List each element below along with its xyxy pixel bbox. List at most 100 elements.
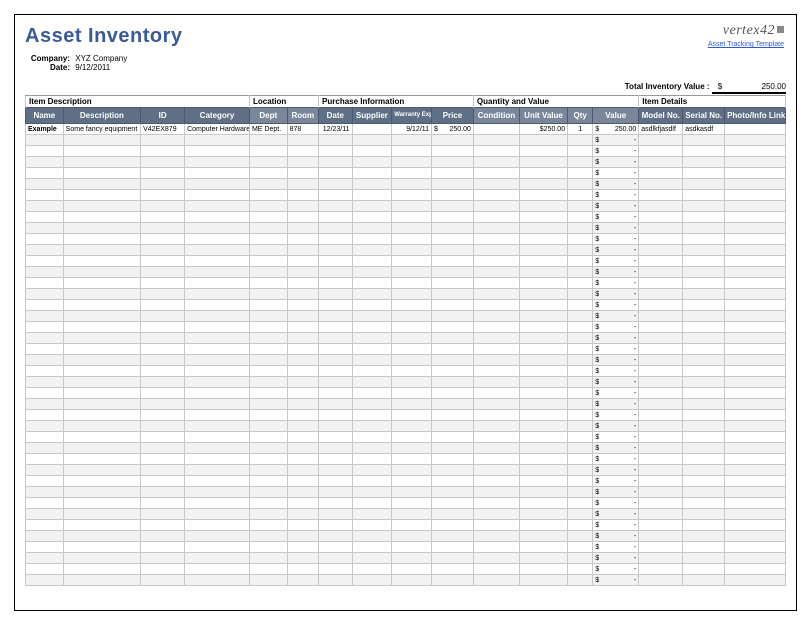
cell[interactable] bbox=[141, 553, 185, 564]
cell[interactable] bbox=[683, 520, 725, 531]
cell[interactable] bbox=[519, 179, 567, 190]
cell[interactable] bbox=[568, 542, 593, 553]
cell[interactable] bbox=[639, 399, 683, 410]
cell[interactable] bbox=[473, 201, 519, 212]
cell[interactable] bbox=[26, 234, 64, 245]
cell[interactable] bbox=[639, 575, 683, 586]
cell[interactable] bbox=[392, 223, 432, 234]
cell[interactable]: $250.00 bbox=[519, 124, 567, 135]
cell[interactable] bbox=[519, 201, 567, 212]
cell[interactable] bbox=[141, 465, 185, 476]
value-cell[interactable]: $250.00 bbox=[593, 124, 639, 135]
cell[interactable] bbox=[568, 531, 593, 542]
cell[interactable] bbox=[639, 454, 683, 465]
value-cell[interactable]: $- bbox=[593, 289, 639, 300]
cell[interactable] bbox=[683, 498, 725, 509]
cell[interactable] bbox=[287, 355, 318, 366]
cell[interactable] bbox=[319, 465, 352, 476]
cell[interactable] bbox=[63, 135, 140, 146]
cell[interactable] bbox=[432, 443, 474, 454]
cell[interactable] bbox=[519, 322, 567, 333]
cell[interactable] bbox=[392, 278, 432, 289]
cell[interactable] bbox=[26, 520, 64, 531]
cell[interactable] bbox=[352, 322, 392, 333]
cell[interactable] bbox=[519, 333, 567, 344]
cell[interactable] bbox=[141, 443, 185, 454]
cell[interactable] bbox=[141, 542, 185, 553]
value-cell[interactable]: $- bbox=[593, 322, 639, 333]
cell[interactable] bbox=[519, 443, 567, 454]
cell[interactable] bbox=[63, 234, 140, 245]
cell[interactable] bbox=[392, 333, 432, 344]
cell[interactable] bbox=[141, 223, 185, 234]
cell[interactable] bbox=[141, 575, 185, 586]
cell[interactable] bbox=[249, 399, 287, 410]
cell[interactable] bbox=[185, 322, 250, 333]
cell[interactable] bbox=[392, 168, 432, 179]
cell[interactable] bbox=[249, 179, 287, 190]
cell[interactable] bbox=[63, 278, 140, 289]
cell[interactable] bbox=[26, 278, 64, 289]
cell[interactable] bbox=[683, 487, 725, 498]
cell[interactable] bbox=[639, 300, 683, 311]
cell[interactable] bbox=[352, 135, 392, 146]
cell[interactable] bbox=[141, 135, 185, 146]
cell[interactable] bbox=[26, 498, 64, 509]
cell[interactable] bbox=[352, 223, 392, 234]
cell[interactable] bbox=[26, 531, 64, 542]
cell[interactable] bbox=[392, 289, 432, 300]
cell[interactable] bbox=[568, 564, 593, 575]
cell[interactable] bbox=[519, 498, 567, 509]
cell[interactable] bbox=[639, 344, 683, 355]
cell[interactable] bbox=[63, 212, 140, 223]
cell[interactable] bbox=[185, 179, 250, 190]
cell[interactable] bbox=[725, 575, 786, 586]
cell[interactable] bbox=[319, 531, 352, 542]
cell[interactable] bbox=[319, 223, 352, 234]
cell[interactable] bbox=[141, 564, 185, 575]
cell[interactable] bbox=[352, 124, 392, 135]
cell[interactable] bbox=[63, 322, 140, 333]
cell[interactable] bbox=[287, 245, 318, 256]
cell[interactable] bbox=[568, 256, 593, 267]
cell[interactable]: Computer Hardware bbox=[185, 124, 250, 135]
cell[interactable] bbox=[185, 498, 250, 509]
cell[interactable] bbox=[319, 212, 352, 223]
cell[interactable] bbox=[392, 245, 432, 256]
cell[interactable] bbox=[319, 366, 352, 377]
cell[interactable] bbox=[683, 234, 725, 245]
cell[interactable] bbox=[141, 520, 185, 531]
cell[interactable] bbox=[432, 135, 474, 146]
cell[interactable] bbox=[392, 454, 432, 465]
cell[interactable] bbox=[26, 168, 64, 179]
cell[interactable] bbox=[432, 223, 474, 234]
cell[interactable] bbox=[141, 245, 185, 256]
cell[interactable] bbox=[683, 190, 725, 201]
value-cell[interactable]: $- bbox=[593, 168, 639, 179]
cell[interactable]: asdkasdf bbox=[683, 124, 725, 135]
cell[interactable] bbox=[26, 344, 64, 355]
value-cell[interactable]: $- bbox=[593, 179, 639, 190]
cell[interactable] bbox=[287, 300, 318, 311]
cell[interactable] bbox=[473, 564, 519, 575]
cell[interactable] bbox=[26, 366, 64, 377]
cell[interactable] bbox=[63, 355, 140, 366]
cell[interactable] bbox=[568, 520, 593, 531]
cell[interactable] bbox=[26, 454, 64, 465]
col-unit-value[interactable]: Unit Value bbox=[519, 108, 567, 124]
cell[interactable] bbox=[568, 168, 593, 179]
cell[interactable] bbox=[141, 410, 185, 421]
cell[interactable] bbox=[287, 399, 318, 410]
cell[interactable] bbox=[725, 399, 786, 410]
cell[interactable] bbox=[725, 509, 786, 520]
cell[interactable] bbox=[352, 399, 392, 410]
cell[interactable] bbox=[473, 289, 519, 300]
cell[interactable] bbox=[568, 476, 593, 487]
cell[interactable] bbox=[725, 135, 786, 146]
cell[interactable] bbox=[519, 399, 567, 410]
cell[interactable] bbox=[249, 388, 287, 399]
cell[interactable] bbox=[63, 388, 140, 399]
cell[interactable] bbox=[319, 454, 352, 465]
cell[interactable] bbox=[63, 498, 140, 509]
col-condition[interactable]: Condition bbox=[473, 108, 519, 124]
